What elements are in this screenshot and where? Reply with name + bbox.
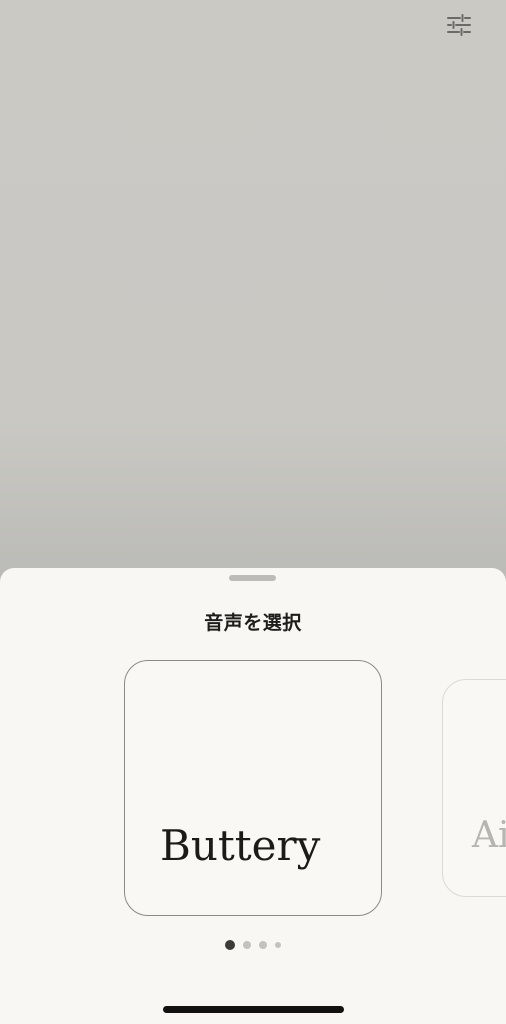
home-indicator[interactable]	[163, 1006, 344, 1013]
page-dot-4[interactable]	[275, 942, 281, 948]
voice-name: Buttery	[160, 821, 321, 870]
sheet-title: 音声を選択	[204, 612, 302, 634]
page-dot-2[interactable]	[243, 941, 251, 949]
sliders-icon	[447, 14, 471, 36]
page-dot-1[interactable]	[225, 940, 235, 950]
voice-card-buttery[interactable]: Buttery	[124, 660, 382, 916]
page-indicator[interactable]	[0, 940, 506, 950]
voice-picker-sheet: 音声を選択 Buttery Ai	[0, 568, 506, 1024]
sheet-grabber[interactable]	[229, 575, 276, 581]
voice-visual-area	[0, 0, 506, 600]
settings-button[interactable]	[442, 8, 476, 42]
page-dot-3[interactable]	[259, 941, 267, 949]
voice-name: Ai	[472, 815, 506, 856]
voice-card-next[interactable]: Ai	[442, 679, 506, 897]
